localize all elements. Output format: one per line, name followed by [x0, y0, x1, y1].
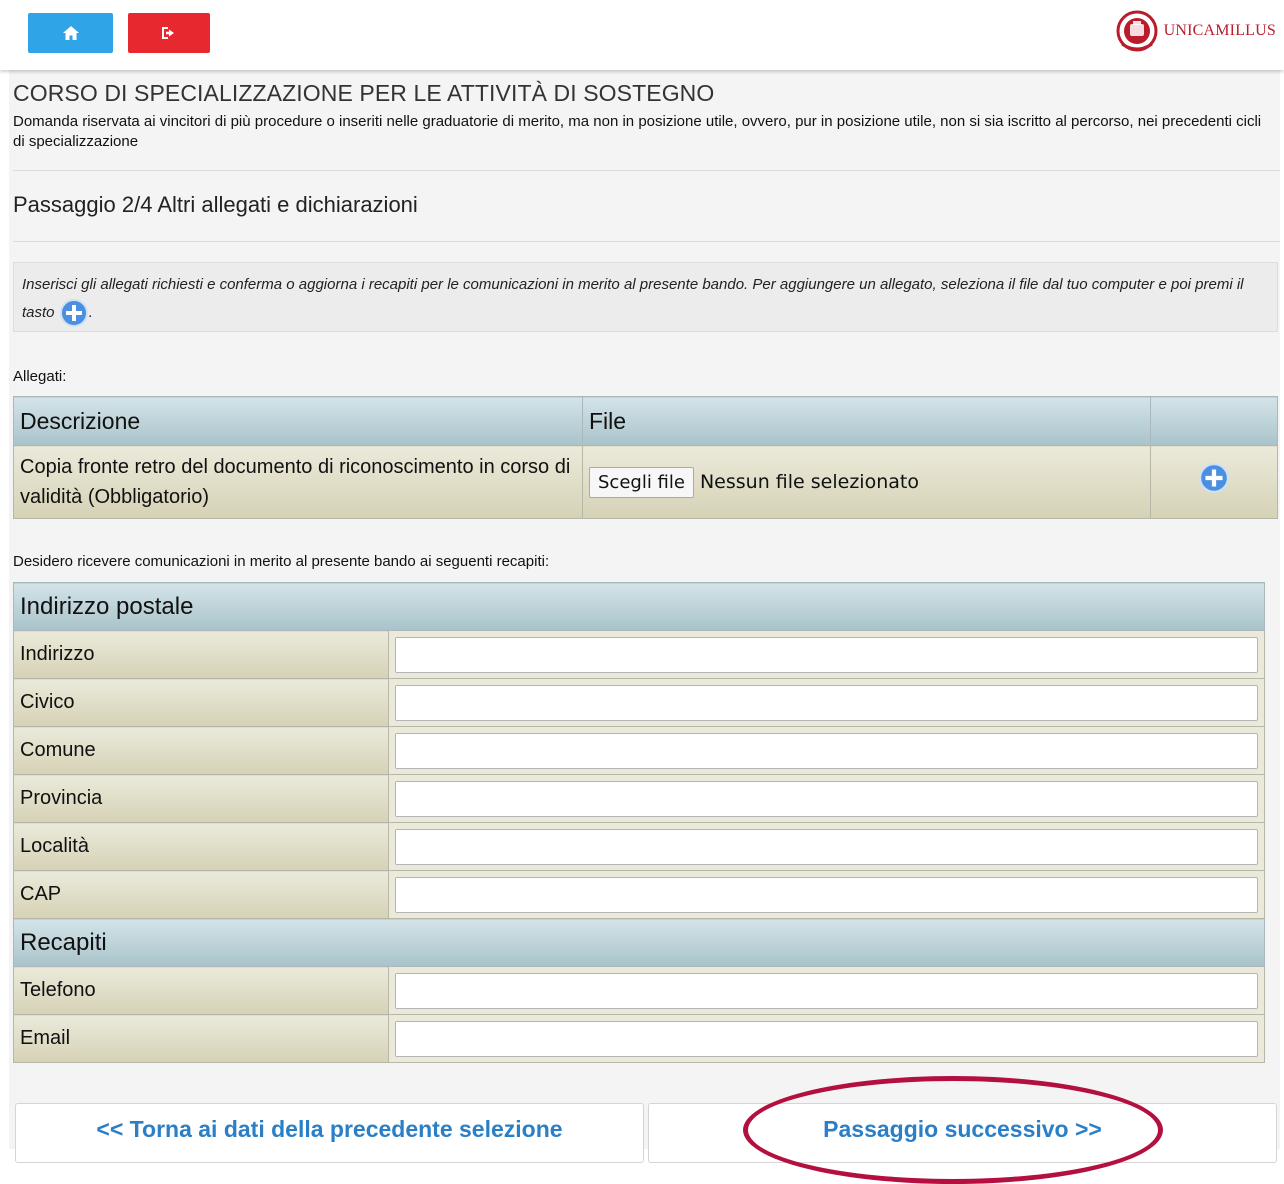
form-row: Comune [13, 726, 1265, 775]
indirizzo-input[interactable] [395, 636, 1258, 673]
field-label-comune: Comune [13, 726, 389, 775]
choose-file-button[interactable]: Scegli file [589, 466, 694, 498]
attachments-table: Descrizione File Copia fronte retro del … [13, 396, 1278, 519]
telefono-input[interactable] [395, 972, 1258, 1009]
field-label-cap: CAP [13, 870, 389, 919]
contacts-label: Desidero ricevere comunicazioni in merit… [13, 553, 550, 570]
info-suffix: . [88, 303, 93, 321]
add-attachment-button[interactable] [1198, 462, 1230, 503]
contacts-form: Indirizzo postale Indirizzo Civico Comun… [13, 582, 1265, 1063]
section-header-row: Indirizzo postale [13, 582, 1265, 631]
attachment-action-cell [1150, 445, 1278, 519]
field-label-telefono: Telefono [13, 966, 389, 1015]
form-row: Telefono [13, 966, 1265, 1015]
form-row: Indirizzo [13, 630, 1265, 679]
logout-icon [162, 27, 174, 39]
field-label-civico: Civico [13, 678, 389, 727]
column-header-description: Descrizione [13, 396, 583, 446]
top-bar: UNICAMILLUS [0, 0, 1284, 70]
field-label-localita: Località [13, 822, 389, 871]
email-input[interactable] [395, 1020, 1258, 1057]
logo-emblem-icon [1116, 10, 1158, 52]
comune-input[interactable] [395, 732, 1258, 769]
field-label-indirizzo: Indirizzo [13, 630, 389, 679]
column-header-file: File [582, 396, 1151, 446]
home-icon [62, 26, 79, 40]
logout-button[interactable] [128, 13, 210, 53]
table-header-row: Descrizione File [13, 396, 1278, 446]
recapiti-heading: Recapiti [13, 918, 1265, 967]
field-label-provincia: Provincia [13, 774, 389, 823]
next-step-button[interactable]: Passaggio successivo >> [648, 1103, 1277, 1163]
form-row: Email [13, 1014, 1265, 1063]
form-row: CAP [13, 870, 1265, 919]
info-box: Inserisci gli allegati richiesti e confe… [13, 262, 1278, 332]
previous-step-button[interactable]: << Torna ai dati della precedente selezi… [15, 1103, 644, 1163]
attachments-label: Allegati: [13, 368, 67, 385]
postal-address-heading: Indirizzo postale [13, 582, 1265, 631]
form-row: Località [13, 822, 1265, 871]
cap-input[interactable] [395, 876, 1258, 913]
section-header-row: Recapiti [13, 918, 1265, 967]
attachment-description: Copia fronte retro del documento di rico… [13, 445, 583, 519]
home-button[interactable] [28, 13, 113, 53]
form-row: Civico [13, 678, 1265, 727]
page-title: CORSO DI SPECIALIZZAZIONE PER LE ATTIVIT… [13, 80, 715, 106]
form-row: Provincia [13, 774, 1265, 823]
provincia-input[interactable] [395, 780, 1258, 817]
field-label-email: Email [13, 1014, 389, 1063]
file-input[interactable]: Scegli file Nessun file selezionato [589, 466, 1144, 498]
plus-circle-icon [1199, 462, 1229, 493]
step-heading: Passaggio 2/4 Altri allegati e dichiaraz… [13, 192, 418, 217]
localita-input[interactable] [395, 828, 1258, 865]
unicamillus-logo[interactable]: UNICAMILLUS [1114, 10, 1276, 52]
page-subtitle: Domanda riservata ai vincitori di più pr… [13, 113, 1262, 150]
file-status: Nessun file selezionato [699, 471, 919, 493]
attachment-file-cell: Scegli file Nessun file selezionato [582, 445, 1151, 519]
logo-text: UNICAMILLUS [1163, 22, 1276, 39]
column-header-action [1150, 396, 1278, 446]
plus-circle-icon [59, 298, 89, 328]
civico-input[interactable] [395, 684, 1258, 721]
divider [13, 170, 1280, 171]
table-row: Copia fronte retro del documento di rico… [13, 445, 1278, 519]
main-content: CORSO DI SPECIALIZZAZIONE PER LE ATTIVIT… [9, 70, 1280, 1163]
divider [13, 241, 1280, 242]
info-text: Inserisci gli allegati richiesti e confe… [22, 276, 1244, 321]
